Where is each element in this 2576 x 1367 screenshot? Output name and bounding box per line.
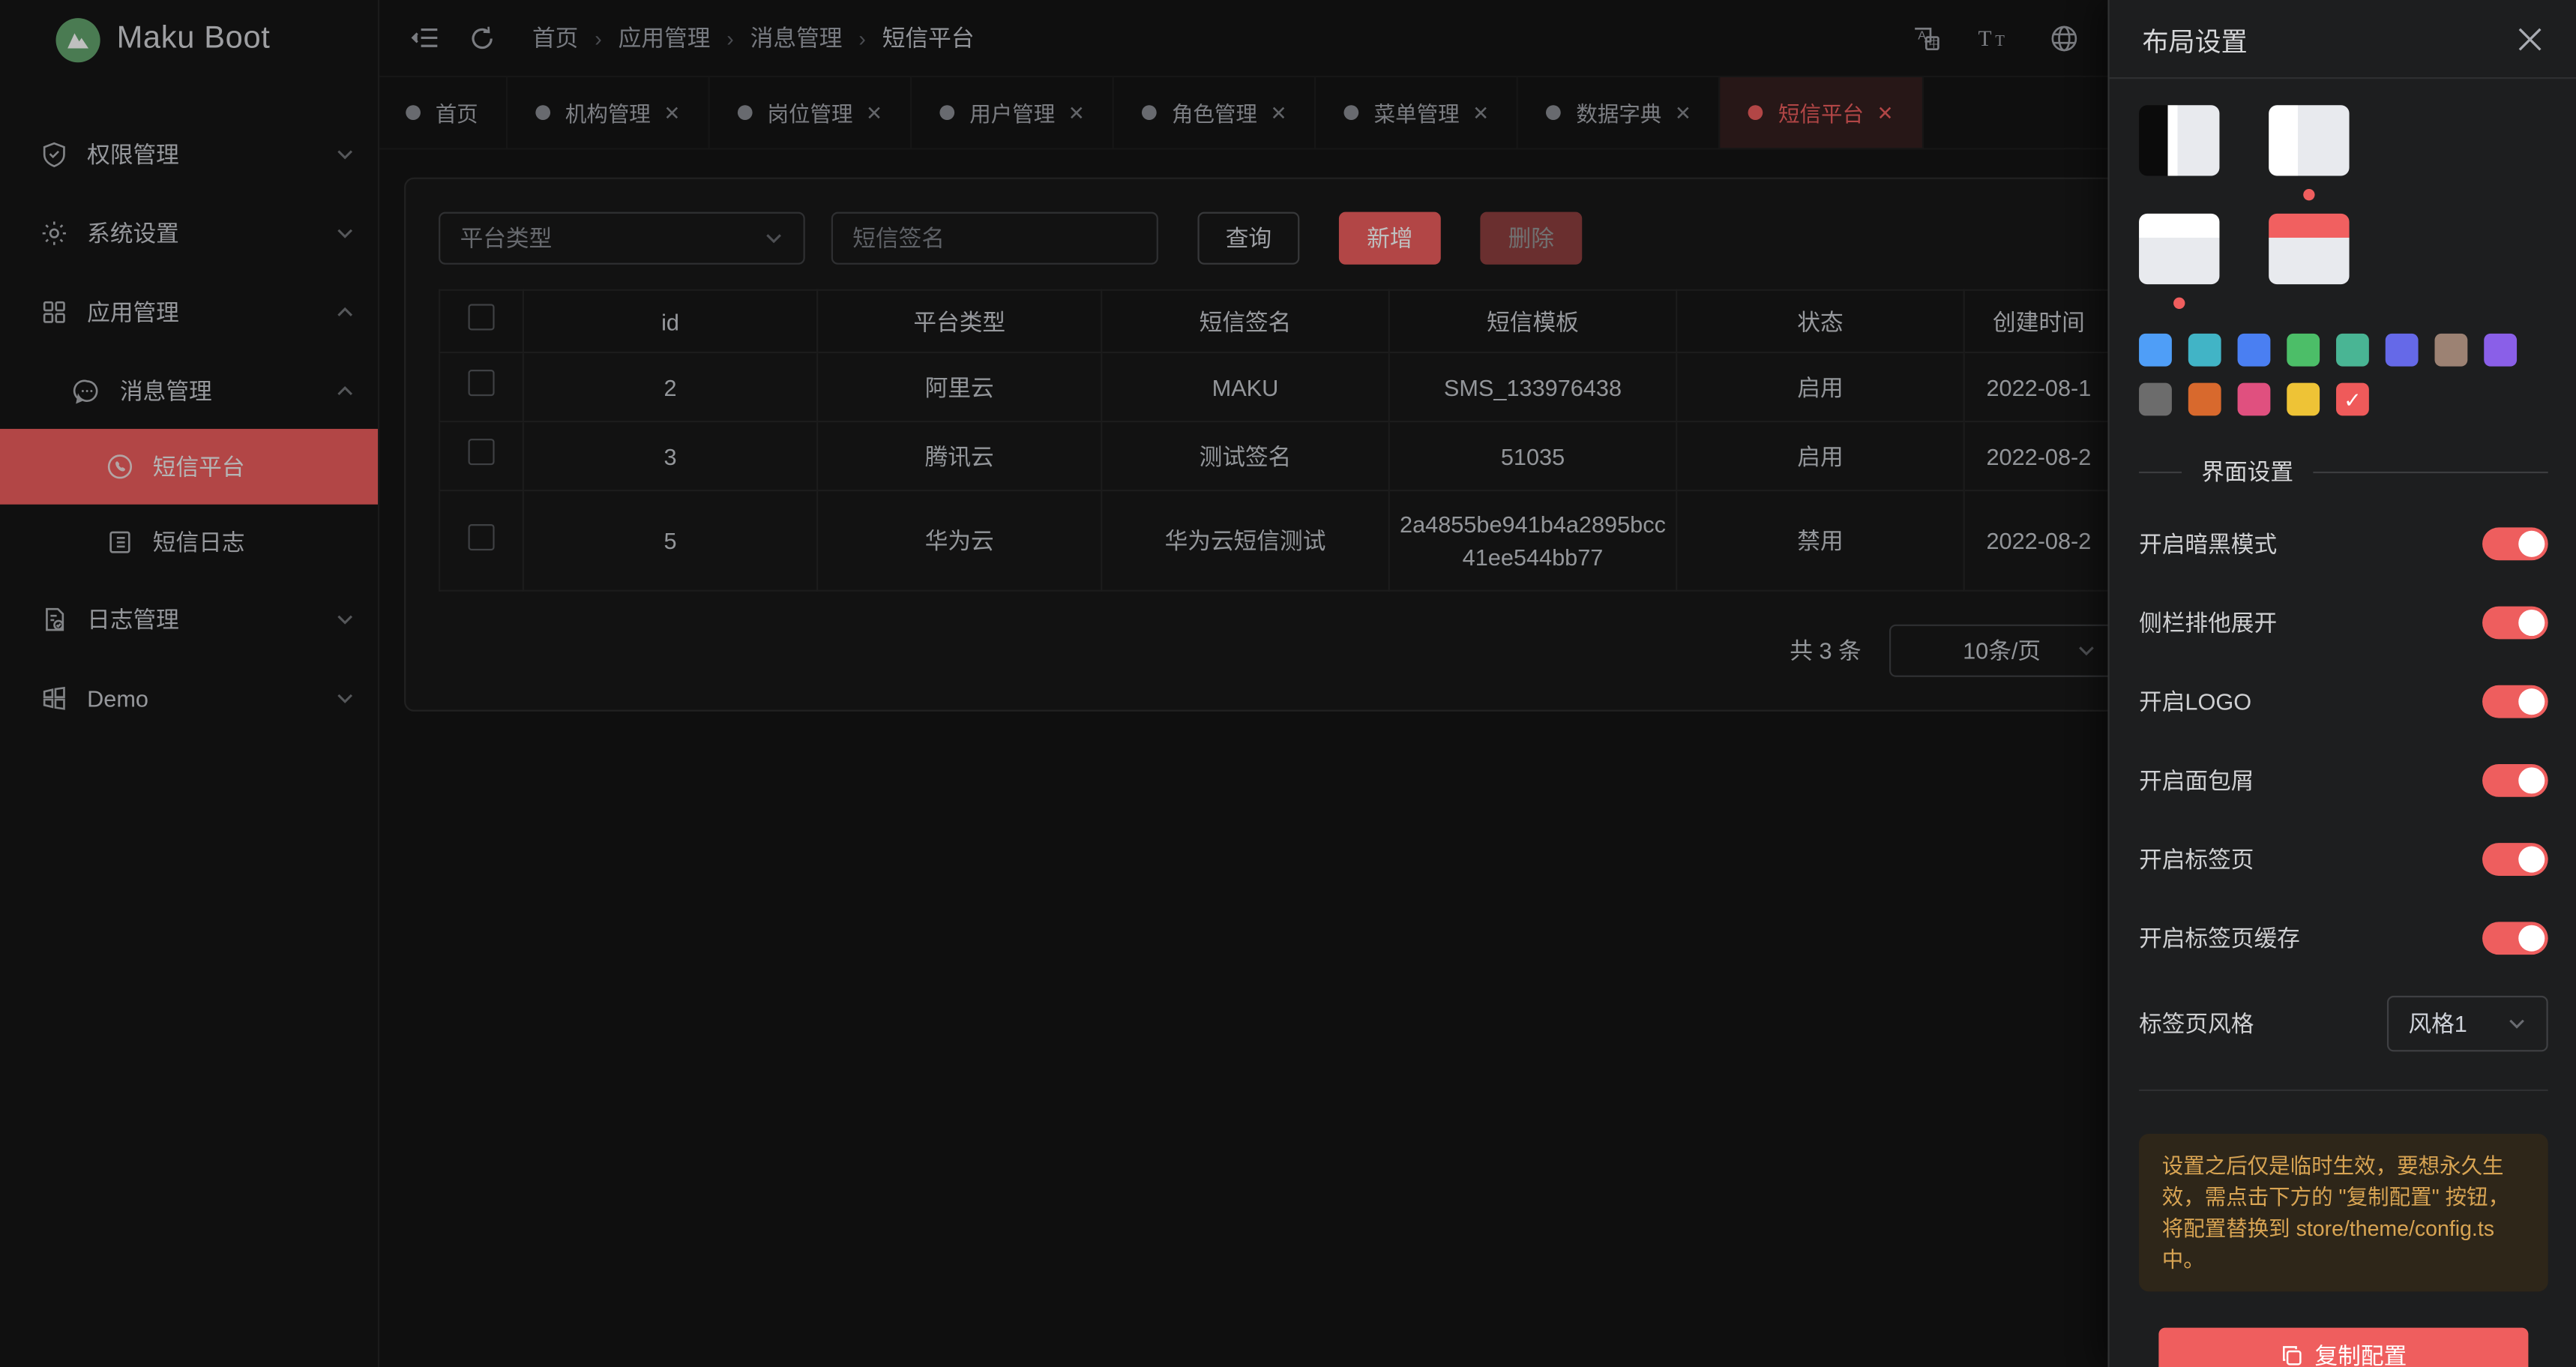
layout-option-light-header[interactable] xyxy=(2139,214,2219,322)
theme-color-swatch[interactable] xyxy=(2336,334,2369,367)
theme-color-swatch[interactable]: ✓ xyxy=(2336,383,2369,416)
layout-option-primary-header[interactable] xyxy=(2269,214,2349,322)
layout-options xyxy=(2139,105,2548,322)
drawer-divider xyxy=(2139,1090,2548,1091)
layout-selected-dot xyxy=(2303,189,2314,200)
layout-selected-dot xyxy=(2173,298,2185,309)
setting-sidebar-accordion: 侧栏排他展开 xyxy=(2139,583,2548,662)
copy-config-label: 复制配置 xyxy=(2315,1339,2407,1367)
tabs-cache-toggle[interactable] xyxy=(2482,922,2548,955)
copy-config-button[interactable]: 复制配置 xyxy=(2158,1328,2528,1367)
layout-settings-drawer: 布局设置 xyxy=(2107,0,2576,1367)
tabs-toggle[interactable] xyxy=(2482,843,2548,876)
theme-color-swatch[interactable] xyxy=(2139,383,2172,416)
drawer-title: 布局设置 xyxy=(2142,19,2247,58)
close-icon xyxy=(2517,25,2543,52)
setting-tab-style: 标签页风格 风格1 xyxy=(2139,978,2548,1070)
breadcrumb-toggle[interactable] xyxy=(2482,764,2548,797)
layout-thumbnail-dark-sidebar-icon xyxy=(2139,105,2219,175)
setting-dark-mode: 开启暗黑模式 xyxy=(2139,505,2548,583)
app-root: Maku Boot 权限管理 系统设置 应用管理 消息管理 xyxy=(0,0,2576,1367)
theme-color-swatch[interactable] xyxy=(2287,334,2320,367)
drawer-header: 布局设置 xyxy=(2110,0,2576,79)
chevron-down-icon xyxy=(2507,1014,2527,1033)
setting-tabs-cache: 开启标签页缓存 xyxy=(2139,899,2548,978)
theme-color-swatch[interactable] xyxy=(2188,383,2221,416)
drawer-body: ✓ 界面设置 开启暗黑模式 侧栏排他展开 开启LOGO 开启面包屑 xyxy=(2110,79,2576,1367)
config-notice: 设置之后仅是临时生效，要想永久生效，需点击下方的 "复制配置" 按钮，将配置替换… xyxy=(2139,1134,2548,1291)
layout-thumbnail-primary-header-icon xyxy=(2269,214,2349,284)
theme-color-swatch[interactable] xyxy=(2386,334,2419,367)
copy-icon xyxy=(2281,1344,2304,1367)
theme-color-swatch[interactable] xyxy=(2287,383,2320,416)
theme-color-swatch[interactable] xyxy=(2435,334,2468,367)
theme-color-swatches: ✓ xyxy=(2139,334,2527,416)
layout-thumbnail-light-sidebar-icon xyxy=(2269,105,2349,175)
close-drawer-button[interactable] xyxy=(2515,24,2545,53)
layout-option-light-sidebar[interactable] xyxy=(2269,105,2349,214)
dark-mode-toggle[interactable] xyxy=(2482,527,2548,560)
tab-style-value: 风格1 xyxy=(2408,1007,2467,1040)
interface-settings-title: 界面设置 xyxy=(2182,455,2313,488)
layout-thumbnail-light-header-icon xyxy=(2139,214,2219,284)
tab-style-label: 标签页风格 xyxy=(2139,1007,2254,1040)
theme-color-swatch[interactable] xyxy=(2238,383,2271,416)
theme-color-swatch[interactable] xyxy=(2484,334,2517,367)
setting-breadcrumb: 开启面包屑 xyxy=(2139,741,2548,820)
theme-color-swatch[interactable] xyxy=(2188,334,2221,367)
logo-toggle[interactable] xyxy=(2482,685,2548,718)
sidebar-accordion-toggle[interactable] xyxy=(2482,607,2548,640)
theme-color-swatch[interactable] xyxy=(2139,334,2172,367)
layout-option-dark-sidebar[interactable] xyxy=(2139,105,2219,214)
modal-overlay[interactable] xyxy=(0,0,2107,1367)
theme-color-swatch[interactable] xyxy=(2238,334,2271,367)
setting-logo: 开启LOGO xyxy=(2139,662,2548,741)
interface-settings-divider: 界面设置 xyxy=(2139,455,2548,488)
tab-style-select[interactable]: 风格1 xyxy=(2387,996,2548,1052)
setting-tabs: 开启标签页 xyxy=(2139,820,2548,898)
